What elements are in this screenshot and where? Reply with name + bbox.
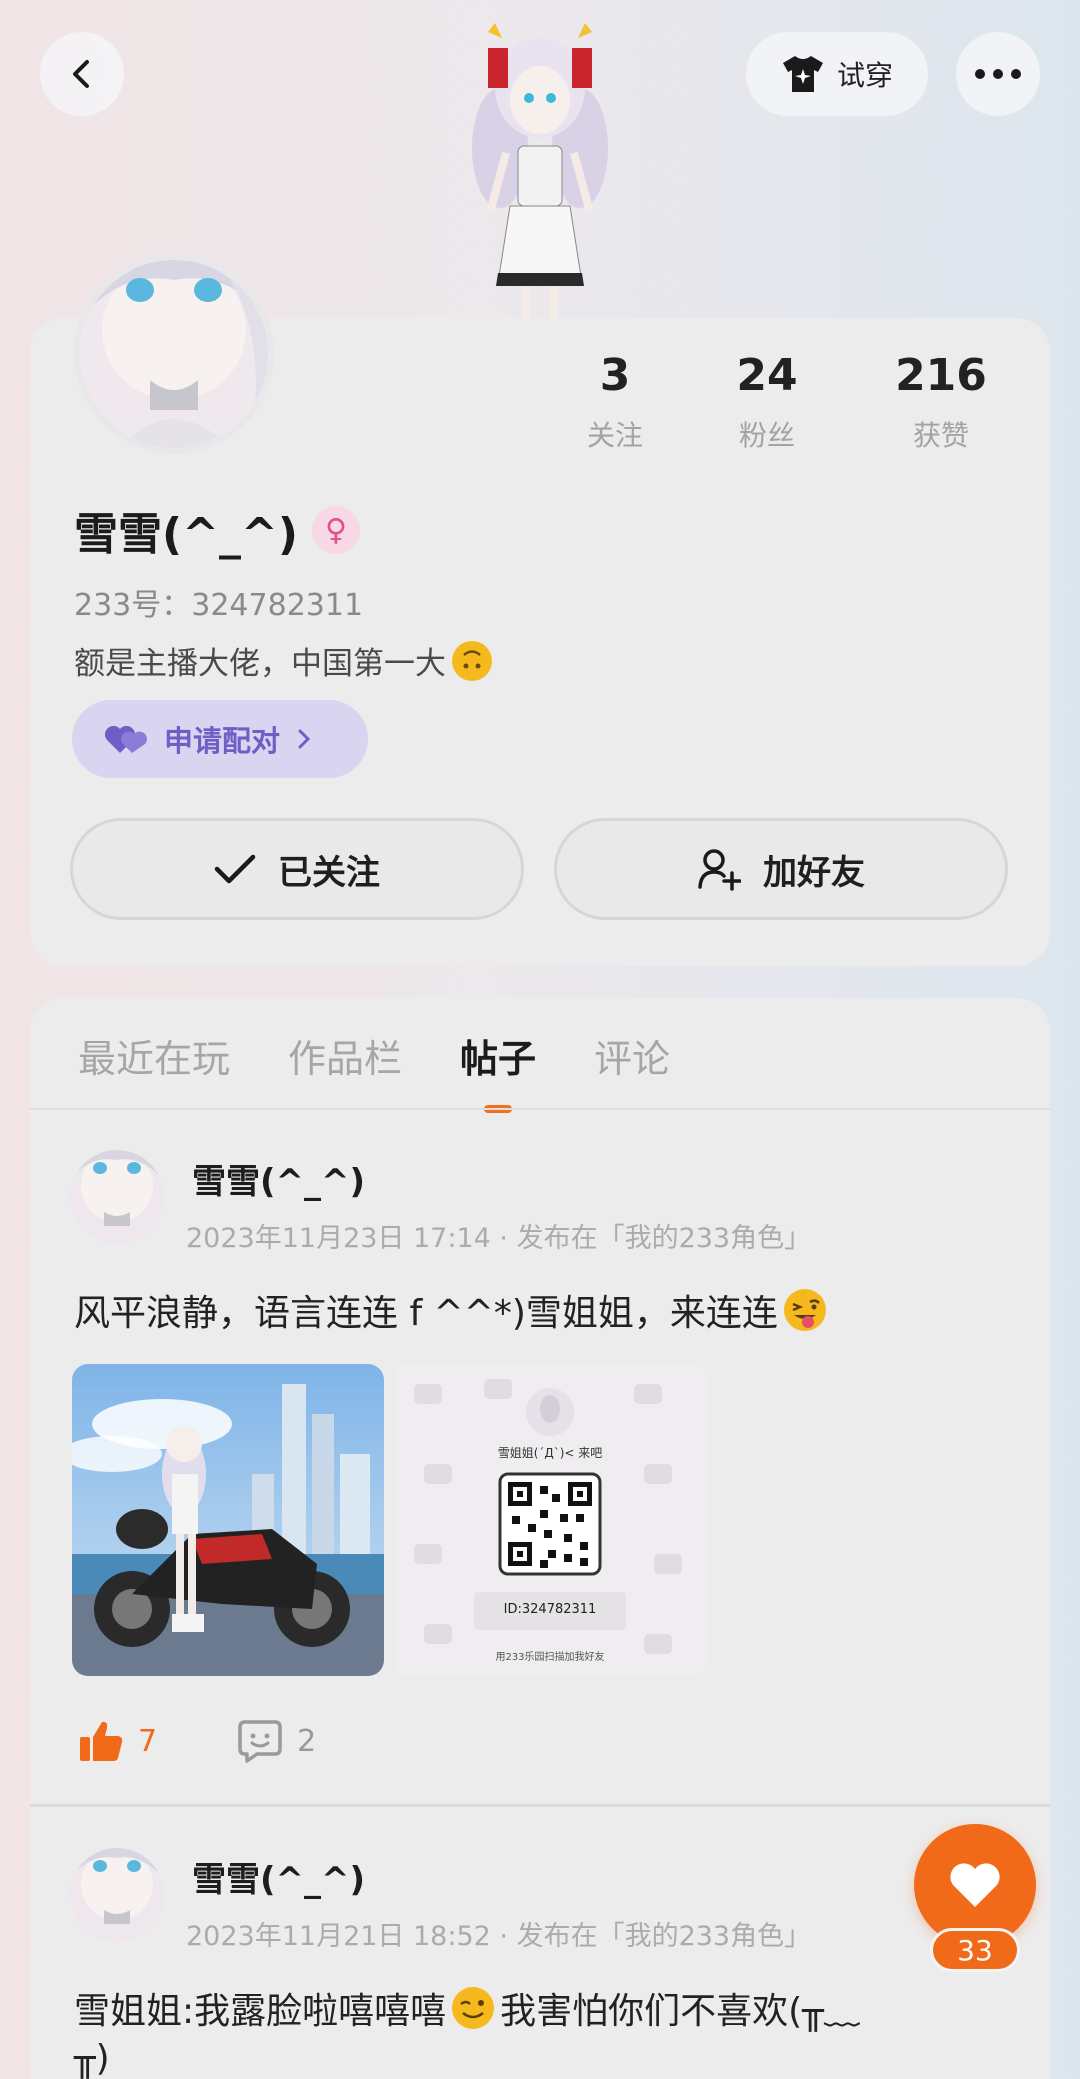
- qr-id-text: ID:324782311: [503, 1602, 597, 1617]
- tab-works[interactable]: 作品栏: [288, 1028, 402, 1113]
- stat-following[interactable]: 3 关注: [550, 348, 680, 454]
- qr-caption: 雪姐姐(´Д`)< 来吧: [497, 1446, 603, 1460]
- profile-card: 3 关注 24 粉丝 216 获赞 雪雪(^_^) ♀ 233号：3247823…: [30, 254, 1050, 966]
- add-friend-button[interactable]: 加好友: [554, 818, 1008, 920]
- post-reactions: 7 2: [78, 1718, 316, 1764]
- fans-label: 粉丝: [738, 419, 795, 452]
- tab-posts[interactable]: 帖子: [460, 1028, 536, 1113]
- post-image-character-motorcycle[interactable]: [72, 1364, 384, 1676]
- post-text: 风平浪静，语言连连 f ^^*)雪姐姐，来连连: [74, 1284, 828, 1336]
- following-label: 关注: [586, 419, 643, 452]
- post-text: 雪姐姐:我露脸啦嘻嘻嘻 我害怕你们不喜欢(╥﹏: [74, 1982, 860, 2034]
- post-text-content: 风平浪静，语言连连 f ^^*)雪姐姐，来连连: [74, 1293, 778, 1334]
- post-author-name[interactable]: 雪雪(^_^): [192, 1852, 365, 1901]
- profile-bio: 额是主播大佬，中国第一大: [74, 638, 492, 683]
- chevron-right-icon: [298, 729, 311, 749]
- floating-like-count: 33: [930, 1928, 1020, 1972]
- profile-avatar[interactable]: [74, 254, 274, 454]
- avatar-image: [80, 260, 268, 448]
- likes-label: 获赞: [912, 419, 969, 452]
- post-item[interactable]: 雪雪(^_^) 2023年11月23日 17:14 · 发布在「我的233角色」…: [30, 1150, 1050, 1810]
- tab-label: 作品栏: [288, 1037, 403, 1081]
- divider: [30, 1108, 1050, 1110]
- post-author-name[interactable]: 雪雪(^_^): [192, 1154, 365, 1203]
- thumbs-up-icon: [80, 1721, 123, 1761]
- stats-row: 3 关注 24 粉丝 216 获赞: [550, 348, 1030, 454]
- qr-footer: 用233乐园扫描加我好友: [495, 1652, 605, 1663]
- add-friend-label: 加好友: [763, 852, 865, 893]
- likes-count: 216: [895, 350, 987, 401]
- post-text-continued: 我害怕你们不喜欢(╥﹏: [500, 1991, 860, 2032]
- tab-label: 帖子: [460, 1037, 537, 1081]
- avatar-image: [70, 1848, 164, 1942]
- winking-tongue-emoji-icon: [783, 1289, 826, 1331]
- try-on-button[interactable]: 试穿: [746, 32, 928, 116]
- add-user-icon: [698, 849, 741, 891]
- post-images: 雪姐姐(´Д`)< 来吧 ID:324782311 用233乐园扫描加我好友: [72, 1364, 706, 1676]
- post-divider: [30, 1804, 1050, 1807]
- followed-label: 已关注: [278, 852, 380, 893]
- heart-icon: [950, 1863, 1000, 1907]
- character-figure: [472, 23, 608, 318]
- apply-pair-label: 申请配对: [164, 724, 281, 758]
- tab-comments[interactable]: 评论: [594, 1028, 670, 1113]
- stat-likes[interactable]: 216 获赞: [854, 348, 1028, 454]
- post-image-qr-card[interactable]: 雪姐姐(´Д`)< 来吧 ID:324782311 用233乐园扫描加我好友: [394, 1364, 706, 1676]
- female-gender-icon: ♀: [311, 506, 360, 554]
- comment-count: 2: [297, 1723, 317, 1759]
- name-row: 雪雪(^_^) ♀: [74, 498, 360, 562]
- post-text-content: 雪姐姐:我露脸啦嘻嘻嘻: [74, 1991, 447, 2032]
- like-button[interactable]: 7: [78, 1718, 157, 1764]
- content-tabs: 最近在玩 作品栏 帖子 评论: [78, 1028, 670, 1113]
- user-id[interactable]: 233号：324782311: [74, 580, 363, 624]
- upside-down-face-emoji-icon: [452, 640, 492, 681]
- image-background: [394, 1364, 706, 1676]
- more-button[interactable]: [956, 32, 1040, 116]
- following-count: 3: [599, 350, 631, 401]
- tshirt-icon: [782, 56, 823, 92]
- bio-text: 额是主播大佬，中国第一大: [74, 646, 446, 682]
- image-content: [72, 1364, 384, 1676]
- double-heart-icon: [104, 725, 147, 753]
- stat-fans[interactable]: 24 粉丝: [680, 348, 854, 454]
- followed-button[interactable]: 已关注: [70, 818, 524, 920]
- tab-label: 最近在玩: [78, 1037, 231, 1081]
- like-count: 7: [138, 1723, 158, 1759]
- tab-recently-played[interactable]: 最近在玩: [78, 1028, 230, 1113]
- post-author-avatar[interactable]: [70, 1150, 164, 1244]
- post-meta: 2023年11月23日 17:14 · 发布在「我的233角色」: [186, 1223, 812, 1254]
- post-item[interactable]: 雪雪(^_^) 2023年11月21日 18:52 · 发布在「我的233角色」…: [30, 1848, 1050, 2079]
- tab-label: 评论: [594, 1037, 671, 1081]
- checkmark-icon: [214, 854, 256, 884]
- post-text-line2: ╥): [74, 2038, 110, 2079]
- more-dots-icon: [975, 69, 1021, 79]
- fans-count: 24: [736, 350, 798, 401]
- avatar-image: [70, 1150, 164, 1244]
- chevron-left-icon: [73, 60, 89, 88]
- back-button[interactable]: [40, 32, 124, 116]
- post-meta: 2023年11月21日 18:52 · 发布在「我的233角色」: [186, 1921, 812, 1952]
- profile-name: 雪雪(^_^): [74, 509, 298, 560]
- apply-pair-button[interactable]: 申请配对: [72, 700, 368, 778]
- comment-button[interactable]: 2: [237, 1718, 316, 1764]
- winking-emoji-icon: [452, 1987, 495, 2029]
- comment-icon: [238, 1720, 282, 1763]
- avatar-character[interactable]: [440, 18, 640, 318]
- content-card: 最近在玩 作品栏 帖子 评论 雪雪(^_^) 2023年11月23日 17:14…: [30, 998, 1050, 2079]
- post-author-avatar[interactable]: [70, 1848, 164, 1942]
- try-on-label: 试穿: [836, 59, 893, 92]
